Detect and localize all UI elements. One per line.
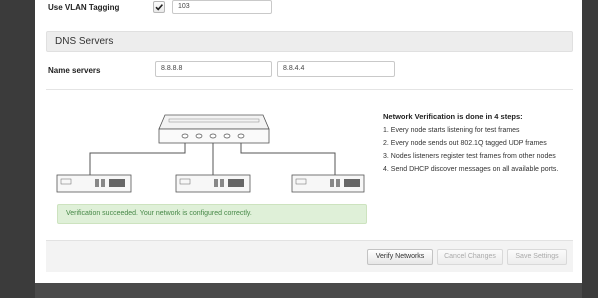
verify-networks-button[interactable]: Verify Networks bbox=[367, 249, 433, 265]
cancel-changes-button[interactable]: Cancel Changes bbox=[437, 249, 503, 265]
verification-title: Network Verification is done in 4 steps: bbox=[383, 112, 523, 121]
backdrop-strip bbox=[35, 283, 582, 298]
settings-footer: Verify Networks Cancel Changes Save Sett… bbox=[46, 240, 573, 272]
name-servers-label: Name servers bbox=[48, 66, 101, 75]
verification-step: 2. Every node sends out 802.1Q tagged UD… bbox=[383, 140, 547, 147]
switch-icon bbox=[158, 114, 270, 144]
vlan-tagging-label: Use VLAN Tagging bbox=[48, 3, 120, 12]
dns-section-title: DNS Servers bbox=[55, 36, 114, 47]
checkmark-icon bbox=[155, 4, 164, 11]
verification-step: 4. Send DHCP discover messages on all av… bbox=[383, 166, 559, 173]
verification-step: 1. Every node starts listening for test … bbox=[383, 127, 520, 134]
network-topology-diagram bbox=[56, 114, 365, 193]
verification-steps: Network Verification is done in 4 steps:… bbox=[383, 112, 573, 178]
dns-servers-section-header: DNS Servers bbox=[46, 31, 573, 52]
name-server-1-field[interactable]: 8.8.8.8 bbox=[155, 61, 272, 77]
verification-success-alert: Verification succeeded. Your network is … bbox=[57, 204, 367, 224]
verification-step: 3. Nodes listeners register test frames … bbox=[383, 153, 556, 160]
save-settings-button[interactable]: Save Settings bbox=[507, 249, 567, 265]
section-divider bbox=[46, 89, 573, 90]
network-links bbox=[89, 143, 336, 175]
vlan-tagging-checkbox[interactable] bbox=[153, 1, 165, 13]
server-node-icon bbox=[291, 174, 365, 193]
server-node-icon bbox=[175, 174, 251, 193]
server-node-icon bbox=[56, 174, 132, 193]
name-server-2-field[interactable]: 8.8.4.4 bbox=[277, 61, 395, 77]
vlan-id-field[interactable]: 103 bbox=[172, 0, 272, 14]
